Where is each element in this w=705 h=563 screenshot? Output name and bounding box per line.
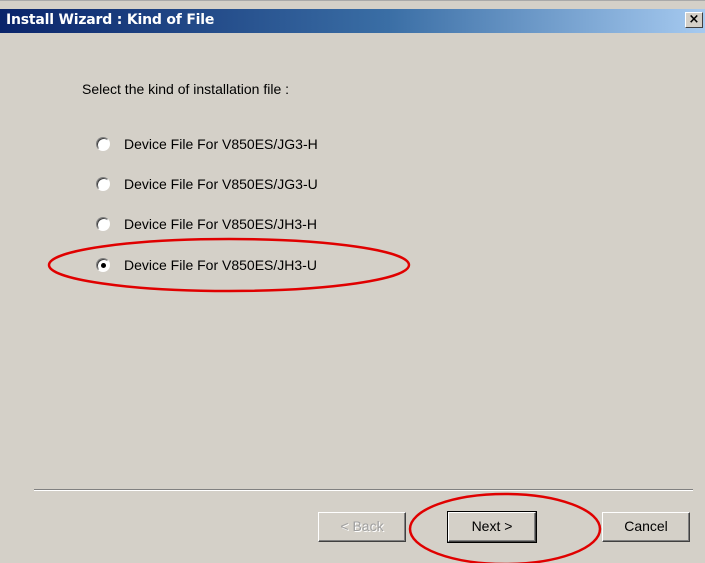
radio-label[interactable]: Device File For V850ES/JH3-H bbox=[124, 215, 317, 233]
window-title: Install Wizard : Kind of File bbox=[6, 12, 215, 28]
close-icon: × bbox=[688, 12, 700, 27]
footer-separator bbox=[34, 489, 693, 491]
radio-button[interactable] bbox=[96, 177, 110, 191]
install-wizard-dialog: Install Wizard : Kind of File × Select t… bbox=[0, 0, 705, 563]
close-button[interactable]: × bbox=[685, 12, 703, 28]
back-button[interactable]: < Back bbox=[318, 512, 406, 542]
radio-label[interactable]: Device File For V850ES/JG3-U bbox=[124, 175, 318, 193]
radio-button[interactable] bbox=[96, 217, 110, 231]
radio-button[interactable] bbox=[96, 137, 110, 151]
radio-label[interactable]: Device File For V850ES/JH3-U bbox=[124, 256, 317, 274]
next-button[interactable]: Next > bbox=[447, 511, 537, 543]
cancel-button[interactable]: Cancel bbox=[602, 512, 690, 542]
title-bar[interactable]: Install Wizard : Kind of File × bbox=[0, 9, 705, 33]
prompt-label: Select the kind of installation file : bbox=[82, 81, 290, 97]
radio-label[interactable]: Device File For V850ES/JG3-H bbox=[124, 135, 318, 153]
radio-button-selected[interactable] bbox=[96, 258, 110, 272]
radio-dot-icon bbox=[101, 263, 106, 268]
